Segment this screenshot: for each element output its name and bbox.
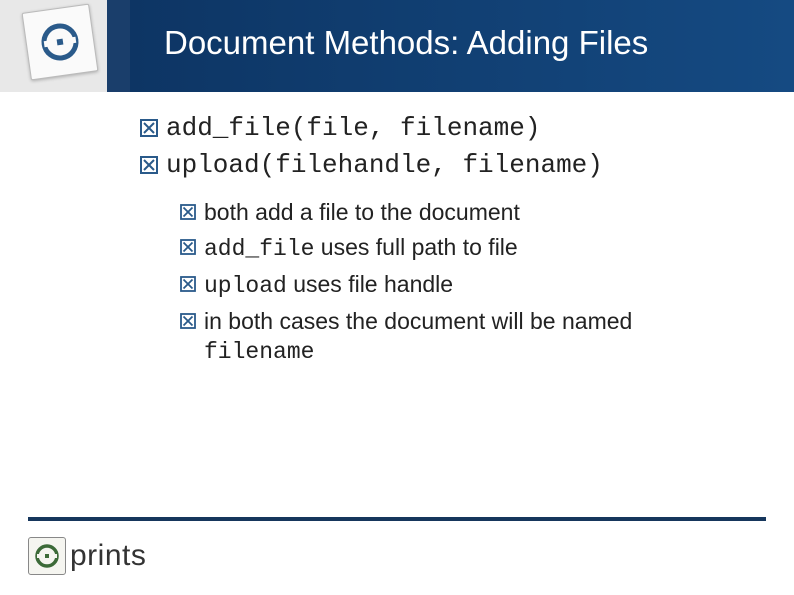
main-bullet-code: add_file(file, filename) — [166, 112, 540, 145]
slide-title: Document Methods: Adding Files — [164, 24, 648, 62]
sub-bullet-code: filename — [204, 337, 632, 368]
footer-logo: prints — [28, 537, 146, 575]
sub-bullet: both add a file to the document — [180, 197, 740, 228]
sub-bullet: upload uses file handle — [180, 269, 740, 302]
x-bullet-icon — [180, 204, 196, 220]
x-bullet-icon — [140, 119, 158, 137]
x-bullet-icon — [180, 239, 196, 255]
eprints-badge-icon — [28, 537, 66, 575]
sub-bullet: in both cases the document will be named… — [180, 306, 740, 368]
sub-bullet-text: in both cases the document will be named — [204, 308, 632, 334]
sub-bullet-text: uses full path to file — [314, 234, 517, 260]
header-logo-icon — [22, 4, 99, 81]
sub-bullet-code: upload — [204, 273, 287, 299]
sub-bullet-list: both add a file to the document add_file… — [180, 197, 740, 368]
footer-divider — [28, 517, 766, 521]
x-bullet-icon — [180, 276, 196, 292]
main-bullet: upload(filehandle, filename) — [140, 149, 740, 182]
x-bullet-icon — [140, 156, 158, 174]
sub-bullet-code: add_file — [204, 236, 314, 262]
main-bullet-code: upload(filehandle, filename) — [166, 149, 603, 182]
slide-content: add_file(file, filename) upload(filehand… — [140, 112, 740, 372]
footer-brand-text: prints — [70, 539, 146, 573]
main-bullet: add_file(file, filename) — [140, 112, 740, 145]
sub-bullet-text: uses file handle — [287, 271, 453, 297]
sub-bullet-text: both add a file to the document — [204, 199, 520, 225]
x-bullet-icon — [180, 313, 196, 329]
sub-bullet: add_file uses full path to file — [180, 232, 740, 265]
header-band: Document Methods: Adding Files — [0, 0, 794, 92]
